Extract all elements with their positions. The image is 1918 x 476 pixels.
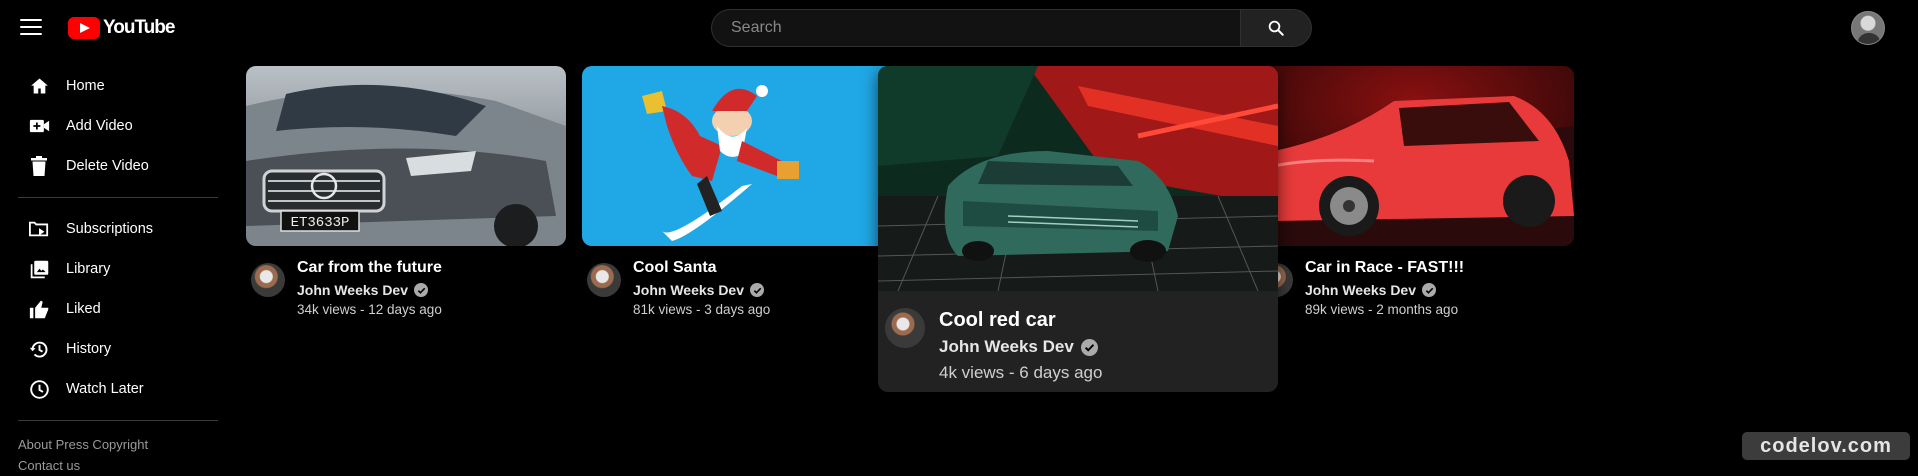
- video-stats: 81k views - 3 days ago: [633, 302, 771, 317]
- video-meta: Cool red car John Weeks Dev 4k views - 6…: [878, 308, 1278, 383]
- verified-icon: [750, 283, 765, 297]
- video-stats: 89k views - 2 months ago: [1305, 302, 1459, 317]
- sidebar-item-history[interactable]: History: [0, 329, 218, 369]
- channel-name-text: John Weeks Dev: [1305, 282, 1417, 298]
- search-input[interactable]: [711, 9, 1240, 47]
- history-icon: [28, 338, 50, 360]
- channel-name[interactable]: John Weeks Dev: [297, 282, 442, 298]
- channel-name[interactable]: John Weeks Dev: [1305, 282, 1464, 298]
- svg-text:ET3633P: ET3633P: [291, 215, 350, 231]
- top-bar: YouTube: [0, 0, 1918, 56]
- watermark: codelov.com: [1742, 432, 1910, 460]
- sidebar-item-label: Delete Video: [66, 158, 149, 174]
- video-info: Car from the future John Weeks Dev 34k v…: [297, 258, 442, 317]
- sidebar: Home Add Video Delete Video Subscription…: [0, 66, 218, 476]
- video-thumbnail[interactable]: ET3633P: [246, 66, 566, 246]
- footer-links[interactable]: About Press Copyright: [18, 434, 218, 455]
- footer-contact-link[interactable]: Contact us: [18, 455, 218, 476]
- thumbs-up-icon: [28, 298, 50, 320]
- verified-icon: [1422, 283, 1437, 297]
- channel-avatar[interactable]: [251, 263, 285, 297]
- channel-name-text: John Weeks Dev: [297, 282, 409, 298]
- video-card[interactable]: Car in Race - FAST!!! John Weeks Dev 89k…: [1254, 66, 1574, 317]
- trash-icon: [28, 155, 50, 177]
- sidebar-item-label: Add Video: [66, 118, 133, 134]
- verified-icon: [414, 283, 429, 297]
- sidebar-item-delete-video[interactable]: Delete Video: [0, 146, 218, 186]
- sidebar-item-label: Library: [66, 261, 111, 277]
- video-title[interactable]: Car in Race - FAST!!!: [1305, 258, 1464, 278]
- sidebar-item-label: Liked: [66, 301, 101, 317]
- sidebar-item-add-video[interactable]: Add Video: [0, 106, 218, 146]
- channel-name[interactable]: John Weeks Dev: [939, 337, 1102, 357]
- video-card[interactable]: ET3633P Car from the future John Weeks D…: [246, 66, 566, 317]
- clock-icon: [28, 378, 50, 400]
- video-card[interactable]: Cool Santa John Weeks Dev 81k views - 3 …: [582, 66, 902, 317]
- video-thumbnail[interactable]: [582, 66, 902, 246]
- sidebar-item-label: Home: [66, 78, 105, 94]
- sidebar-item-label: History: [66, 341, 112, 357]
- sidebar-item-label: Watch Later: [66, 381, 144, 397]
- menu-icon[interactable]: [20, 19, 42, 36]
- video-title[interactable]: Cool Santa: [633, 258, 770, 278]
- search-bar: [711, 9, 1312, 47]
- sidebar-item-label: Subscriptions: [66, 221, 154, 237]
- video-thumbnail[interactable]: [878, 66, 1278, 291]
- home-icon: [28, 75, 50, 97]
- video-stats: 34k views - 12 days ago: [297, 302, 442, 317]
- sidebar-divider: [18, 197, 218, 198]
- video-info: Cool red car John Weeks Dev 4k views - 6…: [939, 308, 1102, 383]
- video-meta: Car from the future John Weeks Dev 34k v…: [246, 258, 566, 317]
- sidebar-item-liked[interactable]: Liked: [0, 289, 218, 329]
- youtube-logo[interactable]: YouTube: [68, 16, 175, 40]
- video-info: Car in Race - FAST!!! John Weeks Dev 89k…: [1305, 258, 1464, 317]
- verified-icon: [1080, 338, 1098, 356]
- add-video-icon: [28, 115, 50, 137]
- search-icon: [1268, 20, 1284, 36]
- video-title[interactable]: Cool red car: [939, 308, 1102, 332]
- video-info: Cool Santa John Weeks Dev 81k views - 3 …: [633, 258, 770, 317]
- logo-text: YouTube: [103, 17, 175, 38]
- user-avatar[interactable]: [1851, 11, 1885, 45]
- channel-name-text: John Weeks Dev: [633, 282, 745, 298]
- video-title[interactable]: Car from the future: [297, 258, 442, 278]
- video-meta: Cool Santa John Weeks Dev 81k views - 3 …: [582, 258, 902, 317]
- channel-avatar[interactable]: [587, 263, 621, 297]
- channel-avatar[interactable]: [885, 308, 925, 348]
- library-icon: [28, 258, 50, 280]
- video-stats: 4k views - 6 days ago: [939, 363, 1103, 382]
- channel-name-text: John Weeks Dev: [939, 337, 1074, 356]
- youtube-play-icon: [68, 17, 100, 39]
- subscriptions-icon: [28, 218, 50, 240]
- sidebar-item-home[interactable]: Home: [0, 66, 218, 106]
- video-card-hovered[interactable]: Cool red car John Weeks Dev 4k views - 6…: [878, 66, 1278, 392]
- sidebar-item-library[interactable]: Library: [0, 249, 218, 289]
- search-button[interactable]: [1240, 9, 1312, 47]
- sidebar-footer: About Press Copyright Contact us: [0, 434, 218, 476]
- video-meta: Car in Race - FAST!!! John Weeks Dev 89k…: [1254, 258, 1574, 317]
- channel-name[interactable]: John Weeks Dev: [633, 282, 770, 298]
- sidebar-divider: [18, 420, 218, 421]
- sidebar-item-watch-later[interactable]: Watch Later: [0, 369, 218, 409]
- video-thumbnail[interactable]: [1254, 66, 1574, 246]
- sidebar-item-subscriptions[interactable]: Subscriptions: [0, 209, 218, 249]
